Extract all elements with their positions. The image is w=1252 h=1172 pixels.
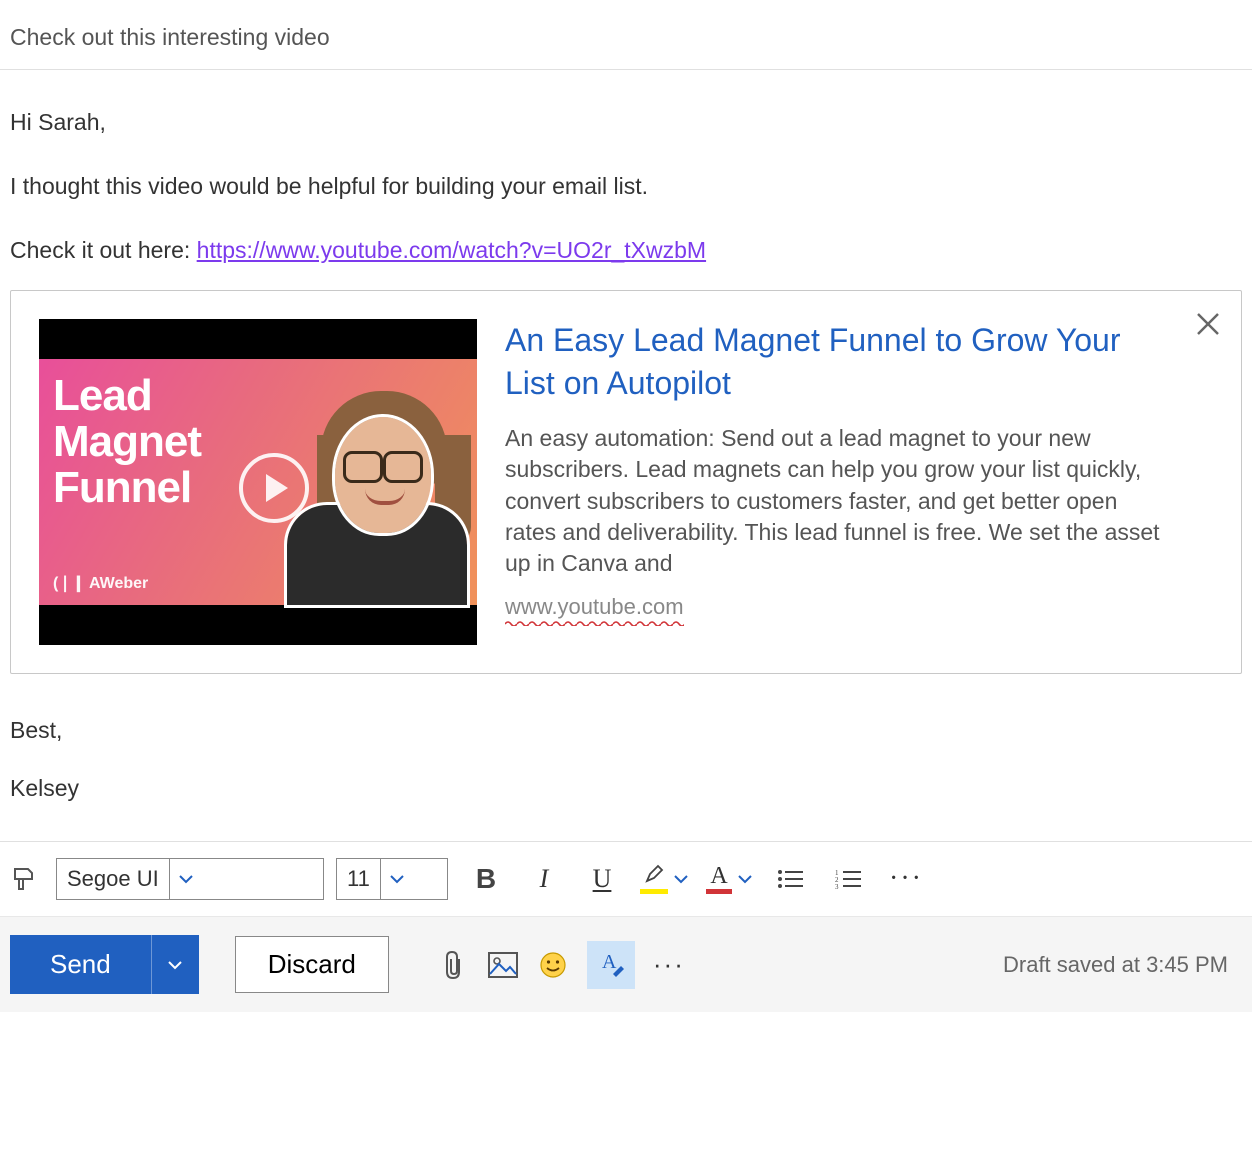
link-preview-card: LeadMagnetFunnel (❘❙ AWeber An Easy Lead…: [10, 290, 1242, 674]
picture-icon: [488, 952, 518, 978]
discard-button[interactable]: Discard: [235, 936, 389, 993]
signature-icon: A: [597, 950, 625, 980]
italic-button[interactable]: I: [524, 861, 564, 897]
font-name-value: Segoe UI: [57, 862, 169, 896]
link-intro-text: Check it out here:: [10, 237, 197, 263]
paperclip-icon: [441, 950, 465, 980]
signature-toggle-button[interactable]: A: [587, 941, 635, 989]
font-size-select[interactable]: 11: [336, 858, 448, 900]
highlighter-icon: [644, 864, 664, 884]
play-icon: [239, 453, 309, 523]
remove-preview-button[interactable]: [1193, 309, 1223, 339]
chevron-down-icon: [390, 874, 404, 884]
font-size-chevron[interactable]: [380, 859, 414, 899]
more-formatting-button[interactable]: ···: [886, 861, 926, 897]
font-color-button[interactable]: A: [706, 864, 752, 894]
font-size-value: 11: [337, 862, 380, 896]
greeting: Hi Sarah,: [10, 108, 1242, 138]
draft-saved-status: Draft saved at 3:45 PM: [1003, 952, 1242, 978]
preview-domain: www.youtube.com: [505, 594, 684, 620]
formatting-toolbar: Segoe UI 11 B I U A: [0, 841, 1252, 916]
send-button[interactable]: Send: [10, 935, 151, 994]
chevron-down-icon: [167, 959, 183, 971]
body-link-line: Check it out here: https://www.youtube.c…: [10, 236, 1242, 266]
highlight-color-button[interactable]: [640, 864, 688, 894]
underline-button[interactable]: U: [582, 861, 622, 897]
preview-description: An easy automation: Send out a lead magn…: [505, 423, 1173, 579]
bulleted-list-button[interactable]: [770, 861, 810, 897]
svg-text:3: 3: [835, 883, 839, 889]
format-painter-icon: [10, 865, 38, 893]
font-name-chevron[interactable]: [169, 859, 203, 899]
numbered-list-button[interactable]: 1 2 3: [828, 861, 868, 897]
subject-line[interactable]: Check out this interesting video: [0, 0, 1252, 70]
chevron-down-icon: [674, 874, 688, 884]
send-options-button[interactable]: [151, 935, 199, 994]
actions-bar: Send Discard A ··· Draft saved at 3: [0, 916, 1252, 1012]
svg-text:A: A: [602, 951, 617, 973]
preview-title[interactable]: An Easy Lead Magnet Funnel to Grow Your …: [505, 319, 1173, 405]
chevron-down-icon: [738, 874, 752, 884]
font-color-icon: A: [706, 864, 732, 888]
closing: Best,: [10, 716, 1242, 746]
close-icon: [1193, 309, 1223, 339]
chevron-down-icon: [179, 874, 193, 884]
insert-emoji-button[interactable]: [537, 949, 569, 981]
more-actions-button[interactable]: ···: [653, 949, 685, 981]
insert-picture-button[interactable]: [487, 949, 519, 981]
signature-name: Kelsey: [10, 774, 1242, 804]
thumb-brand-text: (❘❙ AWeber: [53, 573, 148, 593]
font-name-select[interactable]: Segoe UI: [56, 858, 324, 900]
body-line-1: I thought this video would be helpful fo…: [10, 172, 1242, 202]
bulleted-list-icon: [777, 869, 803, 889]
format-painter-button[interactable]: [10, 865, 38, 893]
numbered-list-icon: 1 2 3: [835, 869, 861, 889]
smiley-icon: [539, 951, 567, 979]
attach-file-button[interactable]: [437, 949, 469, 981]
bold-button[interactable]: B: [466, 861, 506, 897]
preview-thumbnail[interactable]: LeadMagnetFunnel (❘❙ AWeber: [39, 319, 477, 645]
youtube-link[interactable]: https://www.youtube.com/watch?v=UO2r_tXw…: [197, 237, 706, 263]
email-body[interactable]: Hi Sarah, I thought this video would be …: [0, 70, 1252, 841]
